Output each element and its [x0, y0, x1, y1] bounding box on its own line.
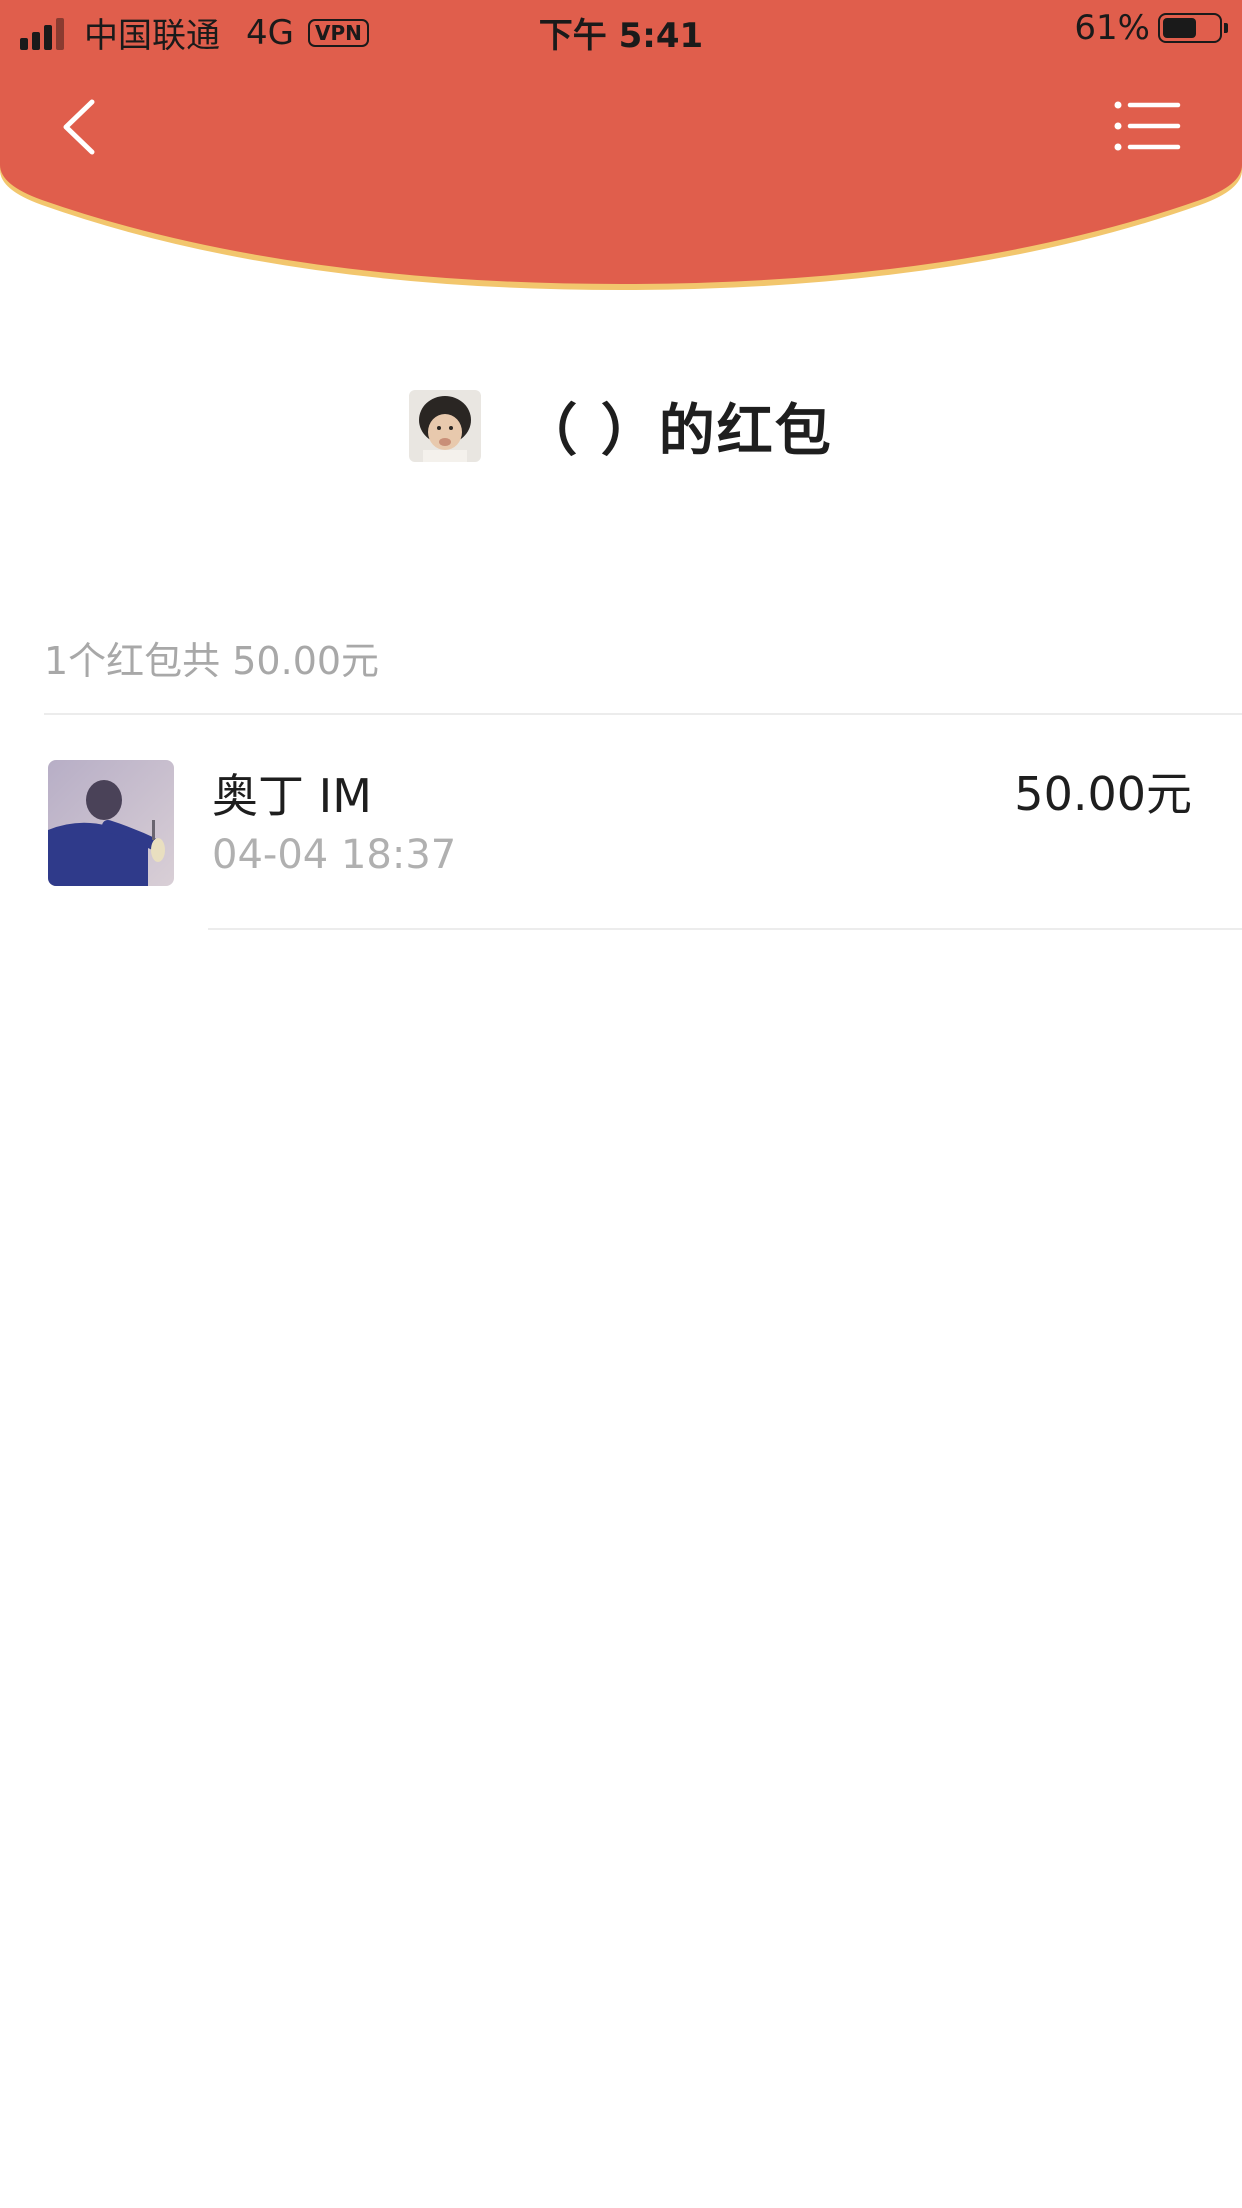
- row-divider: [208, 928, 1242, 930]
- received-amount: 50.00元: [1014, 767, 1192, 821]
- back-button[interactable]: [52, 92, 112, 162]
- receiver-name: 奥丁 IM: [212, 769, 372, 823]
- status-right: 61%: [1074, 8, 1228, 48]
- battery-percent: 61%: [1074, 8, 1150, 48]
- status-bar: 中国联通 4G VPN 下午 5:41 61%: [0, 0, 1242, 62]
- title-row: （ ）的红包: [0, 388, 1242, 464]
- battery-cap: [1224, 23, 1228, 33]
- chevron-left-icon: [63, 99, 95, 155]
- battery-icon: [1158, 13, 1228, 43]
- page-title: （ ）的红包: [521, 398, 833, 464]
- received-time: 04-04 18:37: [212, 832, 457, 878]
- list-item[interactable]: 奥丁 IM 04-04 18:37 50.00元: [0, 714, 1242, 930]
- receiver-avatar[interactable]: [48, 760, 174, 886]
- receiver-avatar-image: [48, 760, 174, 886]
- menu-button[interactable]: [1112, 96, 1184, 156]
- sender-avatar-image: [409, 390, 482, 462]
- status-time: 下午 5:41: [538, 16, 704, 56]
- battery-fill: [1163, 18, 1196, 38]
- sender-avatar[interactable]: [409, 390, 482, 462]
- list-menu-icon: [1114, 101, 1181, 151]
- packet-summary: 1个红包共 50.00元: [44, 639, 380, 683]
- red-packet-detail-page: 中国联通 4G VPN 下午 5:41 61% （ ）的红包 1个红包共 50.…: [0, 0, 1242, 2208]
